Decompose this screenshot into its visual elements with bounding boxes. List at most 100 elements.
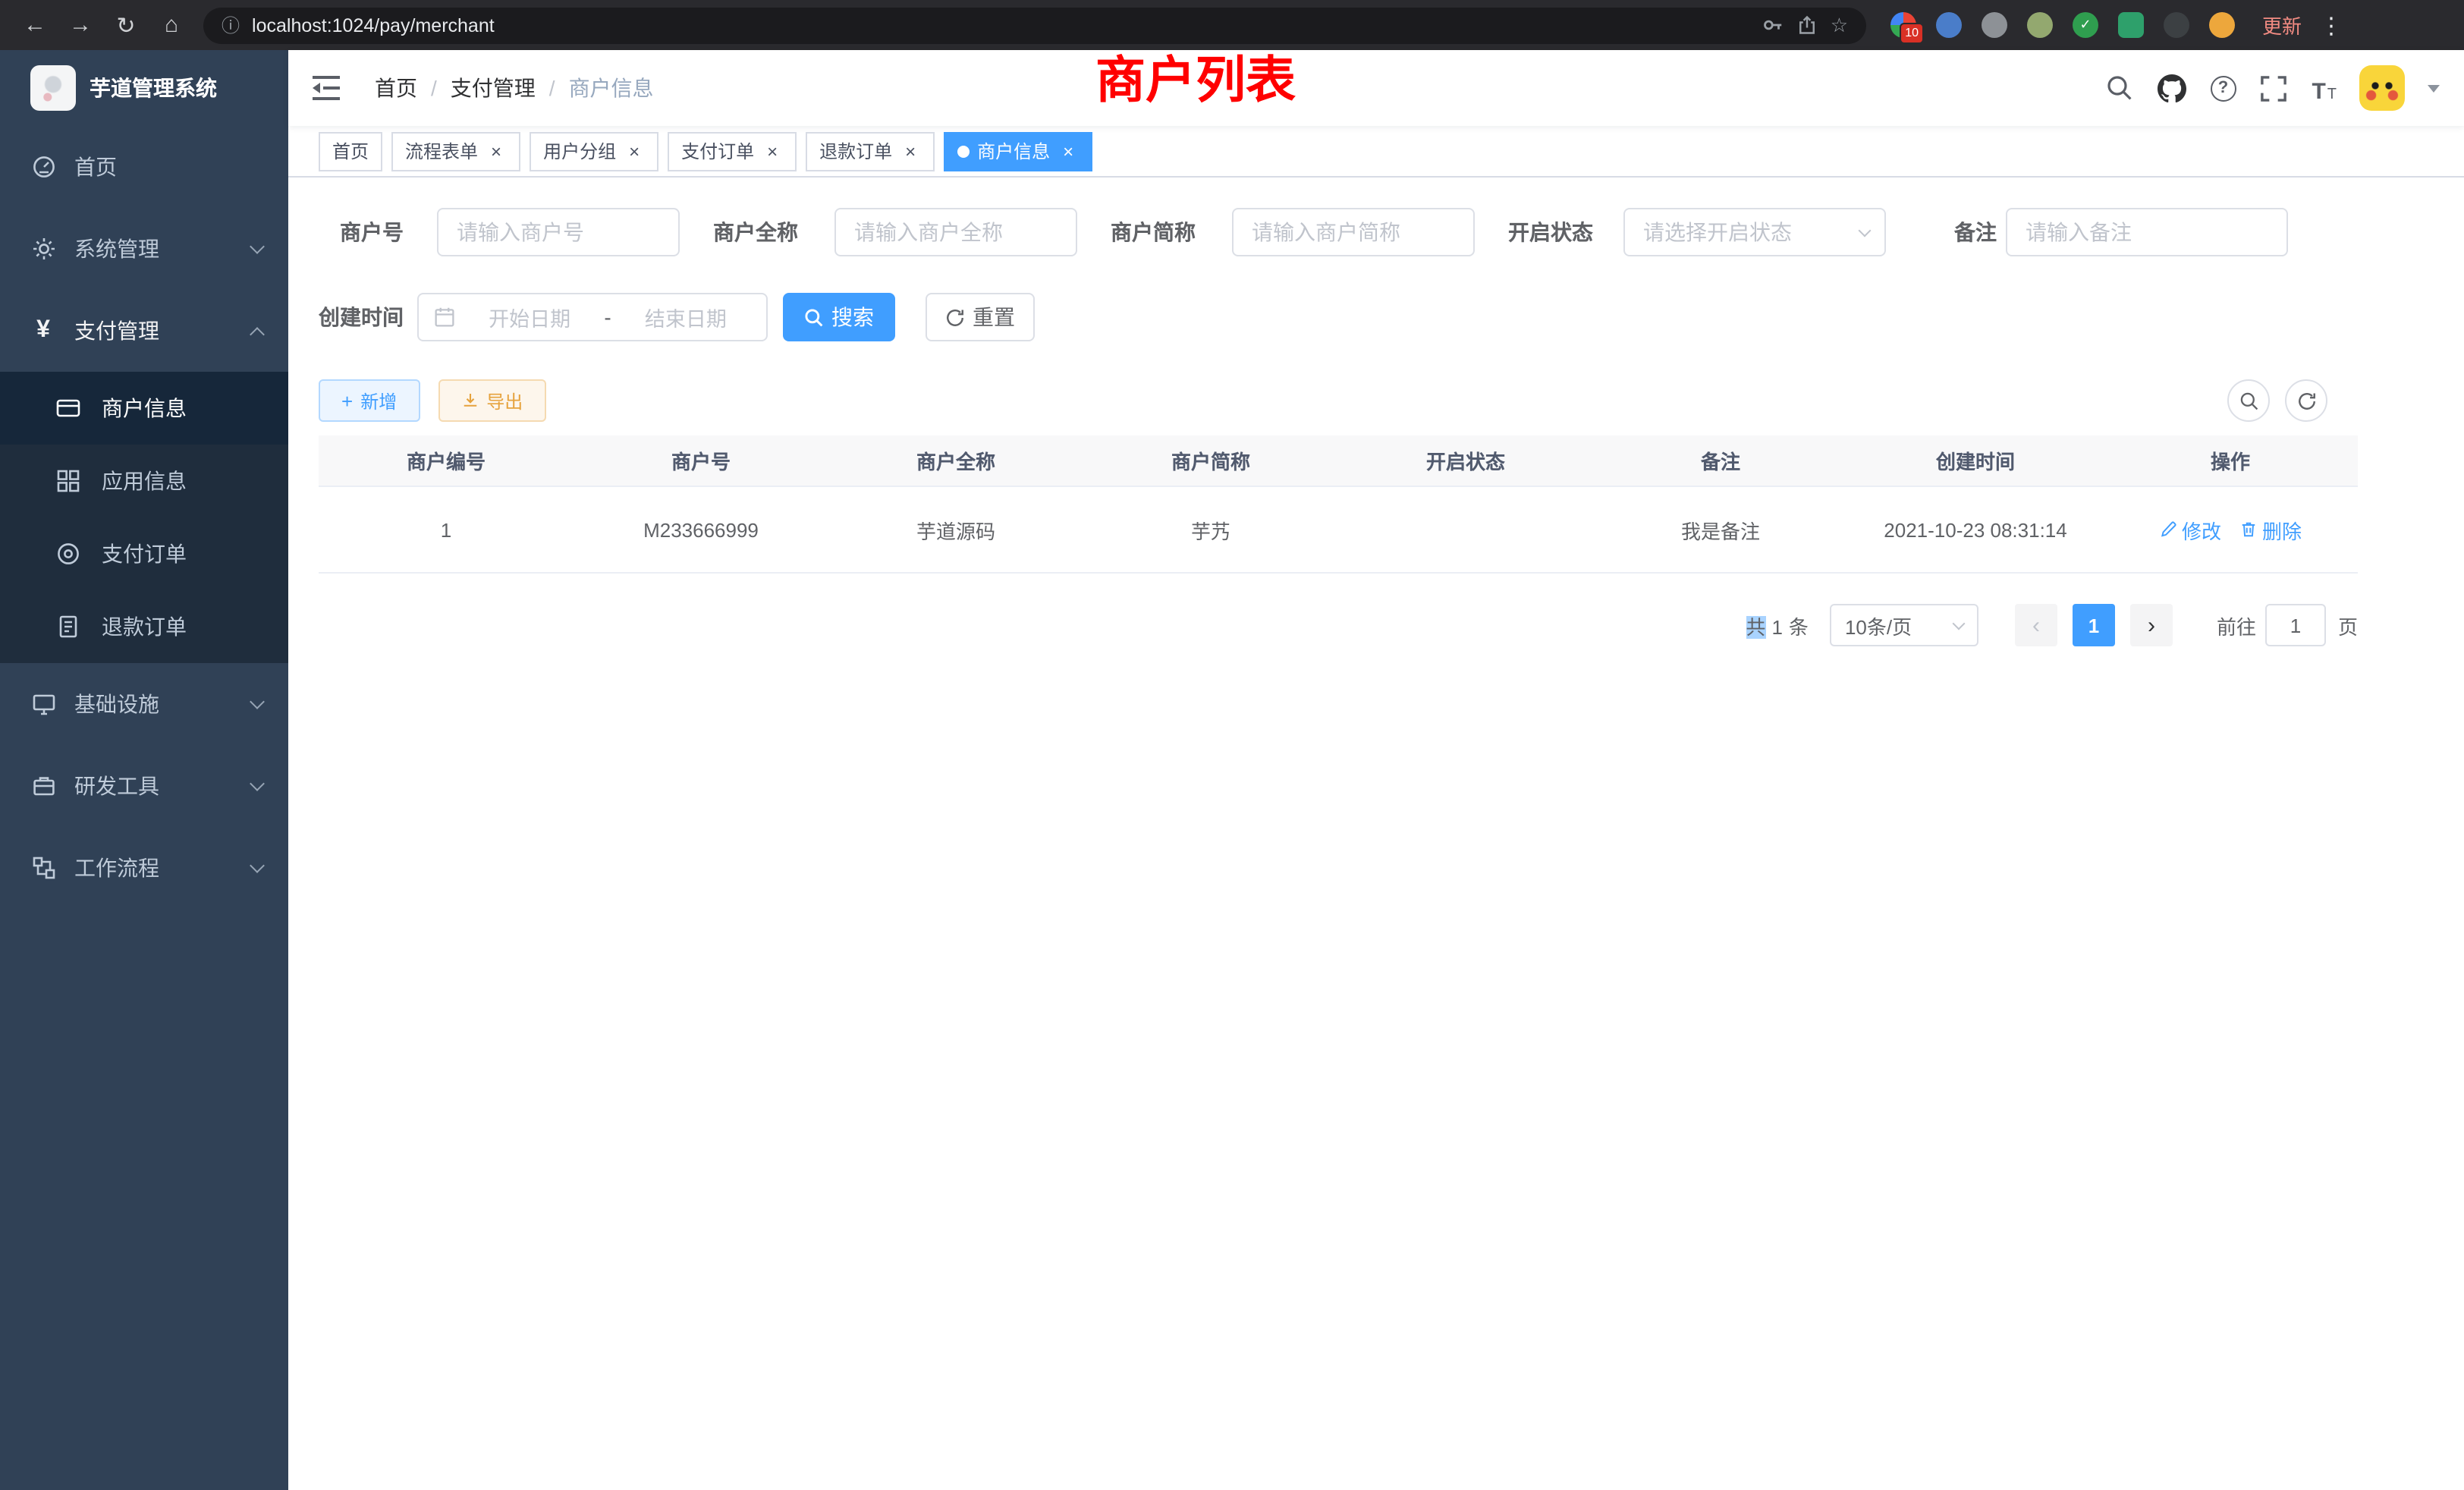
reload-icon[interactable]: ↻ [106,5,146,45]
add-button[interactable]: + 新增 [319,379,420,422]
full-name-input[interactable] [834,208,1077,256]
cell-short-name: 芋艿 [1083,515,1338,544]
browser-update-button[interactable]: 更新 [2262,11,2302,39]
back-icon[interactable]: ← [15,5,55,45]
fullscreen-icon[interactable] [2258,73,2289,103]
cell-full-name: 芋道源码 [828,515,1083,544]
tab-merchant-info[interactable]: 商户信息 × [944,131,1092,171]
column-header: 商户全称 [828,446,1083,475]
create-time-range-picker[interactable]: 开始日期 - 结束日期 [417,293,768,341]
calendar-icon [434,306,455,328]
search-button[interactable]: 搜索 [783,293,895,341]
close-icon[interactable]: × [1058,140,1079,162]
breadcrumb-payment[interactable]: 支付管理 [451,73,536,103]
extension-icon[interactable] [1936,12,1962,38]
font-size-icon[interactable]: TT [2312,73,2337,103]
short-name-label: 商户简称 [1111,217,1196,247]
filter-row-2: 创建时间 开始日期 - 结束日期 搜索 [319,293,2327,341]
sidebar-subitem-app-info[interactable]: 应用信息 [0,445,288,517]
column-header: 操作 [2103,446,2358,475]
create-time-label: 创建时间 [319,302,404,332]
grid-icon [55,468,80,494]
breadcrumb-current: 商户信息 [569,73,654,103]
tab-home[interactable]: 首页 [319,131,382,171]
refresh-button[interactable] [2285,379,2327,422]
toggle-search-button[interactable] [2227,379,2270,422]
sidebar-item-workflow[interactable]: 工作流程 [0,827,288,909]
bookmark-star-icon[interactable]: ☆ [1831,13,1848,37]
extension-icon[interactable]: ✓ [2073,12,2098,38]
password-key-icon[interactable] [1762,14,1785,36]
tab-user-group[interactable]: 用户分组 × [530,131,658,171]
prev-page-button[interactable]: ‹ [2015,604,2057,646]
delete-link[interactable]: 删除 [2239,515,2302,544]
tab-process-form[interactable]: 流程表单 × [391,131,520,171]
active-tab-dot [957,145,970,157]
chevron-up-icon [250,326,265,341]
sidebar-toggle-icon[interactable] [313,74,343,102]
extension-icon[interactable] [2027,12,2053,38]
edit-link[interactable]: 修改 [2159,515,2221,544]
cell-actions: 修改 删除 [2103,515,2358,544]
next-page-button[interactable]: › [2130,604,2173,646]
sidebar-item-label: 工作流程 [74,853,234,883]
extension-icon[interactable] [1982,12,2007,38]
workflow-icon [30,855,56,881]
page-1-button[interactable]: 1 [2073,604,2115,646]
page-content: 商户号 商户全称 商户简称 开启状态 请选择开启状态 备注 创 [288,178,2358,1490]
tab-label: 用户分组 [543,138,616,164]
search-icon[interactable] [2104,73,2134,103]
github-icon[interactable] [2157,73,2187,103]
extension-icon[interactable]: 10 [1890,12,1916,38]
sidebar-item-label: 基础设施 [74,689,234,719]
close-icon[interactable]: × [624,140,645,162]
top-navbar: 首页 / 支付管理 / 商户信息 商户列表 [288,50,2464,126]
close-icon[interactable]: × [486,140,507,162]
status-select[interactable]: 请选择开启状态 [1623,208,1886,256]
extension-icon[interactable] [2118,12,2144,38]
user-menu-caret-icon[interactable] [2428,85,2440,99]
breadcrumb-home[interactable]: 首页 [375,73,417,103]
font-size-small-glyph: T [2327,88,2337,103]
home-icon[interactable]: ⌂ [152,5,191,45]
dashboard-icon [30,154,56,180]
chevron-down-icon [250,776,265,791]
sidebar-subitem-pay-order[interactable]: 支付订单 [0,517,288,590]
help-icon[interactable]: ? [2210,75,2236,101]
tab-refund-order[interactable]: 退款订单 × [806,131,935,171]
app-logo[interactable]: 芋道管理系统 [0,50,288,126]
sidebar-item-infrastructure[interactable]: 基础设施 [0,663,288,745]
user-avatar[interactable] [2359,65,2405,111]
browser-chrome: ← → ↻ ⌂ ⓘ localhost:1024/pay/merchant ☆ … [0,0,2464,50]
short-name-input[interactable] [1232,208,1475,256]
share-icon[interactable] [1797,14,1818,36]
total-prefix: 共 [1746,615,1765,638]
close-icon[interactable]: × [762,140,783,162]
merchant-no-input[interactable] [437,208,680,256]
plus-icon: + [341,391,353,410]
close-icon[interactable]: × [900,140,921,162]
sidebar-item-payment[interactable]: ¥ 支付管理 [0,290,288,372]
remark-input[interactable] [2006,208,2288,256]
tab-pay-order[interactable]: 支付订单 × [668,131,797,171]
table-row: 1 M233666999 芋道源码 芋艿 我是备注 2021-10-23 08:… [319,487,2358,574]
address-bar[interactable]: ⓘ localhost:1024/pay/merchant ☆ [203,7,1866,43]
site-info-icon[interactable]: ⓘ [222,12,240,38]
cell-merchant-no: M233666999 [574,518,828,541]
annotation-title: 商户列表 [1095,55,1296,105]
sidebar-item-devtools[interactable]: 研发工具 [0,745,288,827]
extension-icon[interactable] [2209,12,2235,38]
sidebar-subitem-refund-order[interactable]: 退款订单 [0,590,288,663]
reset-button[interactable]: 重置 [926,293,1035,341]
sidebar-item-home[interactable]: 首页 [0,126,288,208]
forward-icon[interactable]: → [61,5,100,45]
extension-icon[interactable] [2164,12,2189,38]
sidebar-subitem-merchant-info[interactable]: 商户信息 [0,372,288,445]
column-header: 开启状态 [1338,446,1593,475]
export-button[interactable]: 导出 [438,379,545,422]
page-size-select[interactable]: 10条/页 [1830,604,1978,646]
sidebar-item-system[interactable]: 系统管理 [0,208,288,290]
browser-menu-icon[interactable]: ⋮ [2320,11,2343,39]
goto-page-input[interactable] [2265,604,2326,646]
reset-button-label: 重置 [973,302,1015,332]
